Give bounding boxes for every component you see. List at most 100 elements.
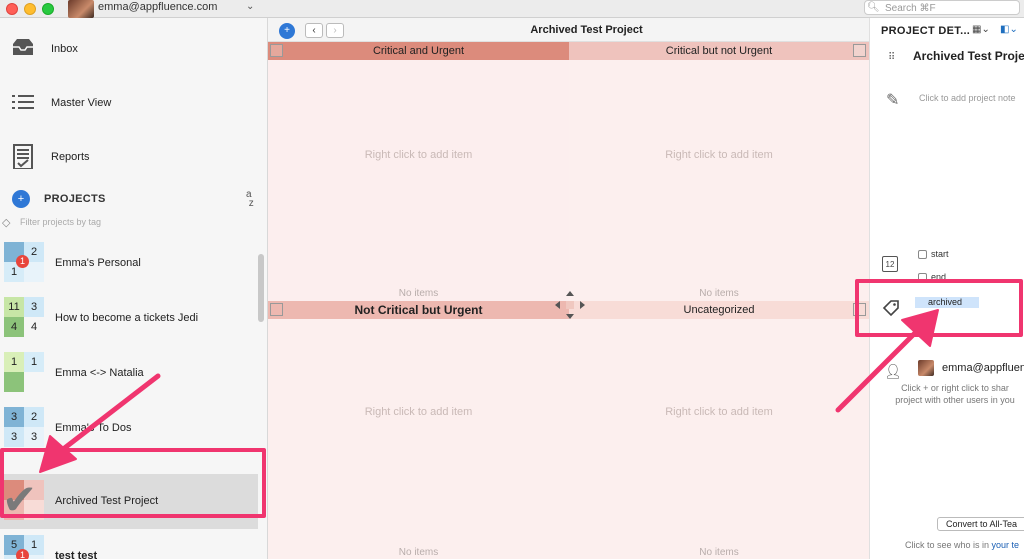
sidebar-scrollbar[interactable] [258, 254, 264, 322]
title-bar: emma@appfluence.com ⌄ 🔍︎ Search ⌘F [0, 0, 1024, 18]
share-hint-line: project with other users in you [895, 395, 1015, 405]
matrix-cell: 3 [24, 297, 44, 317]
layout-toggle-icon[interactable]: ◧⌄ [1000, 24, 1018, 35]
add-item-hint: Right click to add item [665, 406, 773, 418]
start-date-checkbox[interactable] [918, 250, 927, 259]
matrix-cell: 1 [24, 352, 44, 372]
projects-title: PROJECTS [44, 193, 106, 205]
user-icon: 👤︎ [884, 363, 902, 379]
sidebar-item-label: Inbox [51, 43, 78, 55]
quadrant-critical-urgent[interactable]: Critical and Urgent Right click to add i… [268, 42, 569, 301]
list-item[interactable]: 2 1 1 Emma's Personal [0, 236, 258, 291]
drag-handle-icon: ⠿ [888, 52, 896, 63]
empty-label: No items [699, 547, 739, 558]
empty-label: No items [699, 288, 739, 299]
tag-icon: ◇ [2, 217, 11, 229]
highlight-box-tag [855, 279, 1023, 337]
matrix-cell: 3 [4, 427, 24, 447]
matrix-cell [24, 372, 44, 392]
move-arrows-icon[interactable] [555, 291, 585, 319]
project-mini-matrix: 1 1 [4, 352, 44, 392]
sidebar-item-inbox[interactable]: Inbox [0, 21, 266, 75]
matrix-cell: 11 [4, 297, 24, 317]
project-mini-matrix: 5 1 1 [4, 535, 44, 559]
team-link[interactable]: your te [992, 540, 1020, 550]
matrix-cell: 2 [24, 407, 44, 427]
matrix-cell: 3 [24, 427, 44, 447]
sidebar-item-label: Master View [51, 97, 112, 109]
inbox-icon [13, 39, 33, 55]
project-mini-matrix: 11 3 4 4 [4, 297, 44, 337]
project-name: Emma's To Dos [55, 422, 132, 434]
notification-badge: 1 [16, 255, 29, 268]
list-item[interactable]: 11 3 4 4 How to become a tickets Jedi [0, 291, 258, 346]
quadrant-title: Not Critical but Urgent [268, 301, 569, 319]
search-input[interactable]: 🔍︎ Search ⌘F [864, 0, 1020, 15]
quadrant-title: Critical but not Urgent [569, 42, 869, 60]
sort-alpha-icon[interactable]: a z [246, 190, 254, 209]
project-name: Emma <-> Natalia [55, 367, 144, 379]
member-email: emma@appfluenc [942, 362, 1024, 374]
list-item[interactable]: 5 1 1 test test [0, 529, 258, 559]
matrix-toolbar: + ‹ › Archived Test Project [268, 18, 869, 42]
project-mini-matrix: 2 1 1 [4, 242, 44, 282]
quadrant-color-swatch[interactable] [270, 303, 283, 316]
empty-label: No items [398, 288, 439, 299]
minimize-window-button[interactable] [24, 3, 36, 15]
project-name: Emma's Personal [55, 257, 141, 269]
matrix-cell [4, 372, 24, 392]
calendar-icon: 12 [882, 256, 898, 272]
sidebar-item-label: Reports [51, 151, 90, 163]
convert-to-all-team-button[interactable]: Convert to All-Tea [937, 517, 1024, 531]
page-title: Archived Test Project [530, 24, 643, 36]
sidebar-item-master-view[interactable]: Master View [0, 75, 266, 129]
edit-note-icon: ✎ [886, 92, 900, 109]
grid-view-icon[interactable]: ▦⌄ [972, 24, 990, 35]
panel-title: PROJECT DET... [881, 25, 971, 37]
quadrant-critical-not-urgent[interactable]: Critical but not Urgent Right click to a… [569, 42, 869, 301]
highlight-box-selected-project [0, 448, 266, 518]
filter-placeholder: Filter projects by tag [20, 217, 102, 227]
project-tag-filter[interactable]: ◇ Filter projects by tag [0, 216, 266, 230]
matrix-cell: 1 [4, 352, 24, 372]
matrix-cell: 4 [4, 317, 24, 337]
zoom-window-button[interactable] [42, 3, 54, 15]
add-item-hint: Right click to add item [364, 149, 473, 161]
add-item-hint: Right click to add item [665, 149, 773, 161]
quadrant-color-swatch[interactable] [270, 44, 283, 57]
app-window: emma@appfluence.com ⌄ 🔍︎ Search ⌘F Inbox… [0, 0, 1024, 559]
project-name-field[interactable]: Archived Test Proje [913, 49, 1024, 63]
add-item-hint: Right click to add item [364, 406, 473, 418]
account-avatar[interactable] [68, 0, 94, 18]
empty-label: No items [398, 547, 439, 558]
search-icon: 🔍︎ [867, 2, 880, 13]
quadrant-color-swatch[interactable] [853, 44, 866, 57]
chevron-down-icon[interactable]: ⌄ [246, 1, 254, 12]
project-name: How to become a tickets Jedi [55, 312, 199, 324]
project-note-field[interactable]: Click to add project note [919, 93, 1016, 103]
project-mini-matrix: 3 2 3 3 [4, 407, 44, 447]
quadrant-title: Uncategorized [569, 301, 869, 319]
search-placeholder: Search ⌘F [885, 3, 936, 14]
report-icon [13, 144, 33, 169]
start-date-label: start [931, 249, 949, 259]
account-email[interactable]: emma@appfluence.com [98, 1, 217, 13]
team-hint-text: Click to see who is in [905, 540, 992, 550]
matrix-cell: 3 [4, 407, 24, 427]
quadrant-title: Critical and Urgent [268, 42, 569, 60]
projects-header: + PROJECTS a z [0, 186, 266, 212]
project-name: test test [55, 550, 98, 559]
share-hint-line: Click + or right click to shar [901, 383, 1009, 393]
notification-badge: 1 [16, 549, 29, 559]
priority-matrix: + ‹ › Archived Test Project Critical and… [268, 18, 869, 559]
matrix-cell: 4 [24, 317, 44, 337]
share-hint: Click + or right click to shar project w… [870, 382, 1024, 406]
list-item[interactable]: 1 1 Emma <-> Natalia [0, 346, 258, 401]
team-hint: Click to see who is in your te [905, 540, 1019, 550]
close-window-button[interactable] [6, 3, 18, 15]
quadrant-uncategorized[interactable]: Uncategorized Right click to add item No… [569, 301, 869, 559]
sidebar-item-reports[interactable]: Reports [0, 129, 266, 183]
add-project-button[interactable]: + [12, 190, 30, 208]
avatar [918, 360, 934, 376]
quadrant-not-critical-urgent[interactable]: Not Critical but Urgent Right click to a… [268, 301, 569, 559]
